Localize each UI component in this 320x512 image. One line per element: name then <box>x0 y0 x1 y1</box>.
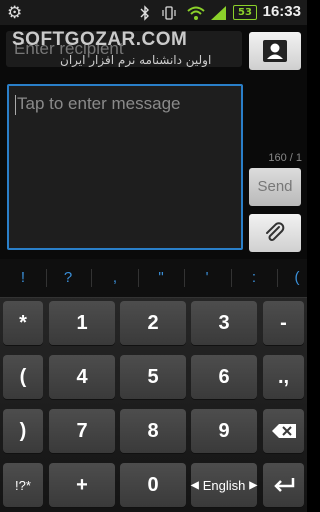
key-close-paren[interactable]: ) <box>3 409 43 453</box>
symbols-key[interactable]: !?* <box>3 463 43 507</box>
language-key[interactable]: ◀ English ▶ <box>191 463 257 507</box>
vibrate-icon <box>161 4 177 21</box>
message-placeholder: Tap to enter message <box>17 94 181 113</box>
key-8[interactable]: 8 <box>120 409 186 453</box>
suggestion-bar: ! ? , " ' : ( <box>0 259 307 298</box>
divider <box>184 269 185 287</box>
key-2[interactable]: 2 <box>120 301 186 345</box>
add-contact-button[interactable] <box>249 32 301 70</box>
key-5[interactable]: 5 <box>120 355 186 399</box>
suggestion-key[interactable]: : <box>240 259 268 297</box>
key-open-paren[interactable]: ( <box>3 355 43 399</box>
key-4[interactable]: 4 <box>49 355 115 399</box>
contact-icon <box>263 40 287 62</box>
language-label: English <box>202 477 246 493</box>
divider <box>231 269 232 287</box>
key-3[interactable]: 3 <box>191 301 257 345</box>
chevron-right-icon: ▶ <box>249 479 258 491</box>
suggestion-key[interactable]: ? <box>54 259 82 297</box>
gear-icon: ⚙ <box>7 2 23 23</box>
bluetooth-icon <box>140 4 150 21</box>
wifi-icon <box>186 4 206 21</box>
backspace-icon <box>271 424 296 438</box>
suggestion-key[interactable]: , <box>101 259 129 297</box>
suggestion-key[interactable]: ' <box>193 259 221 297</box>
paperclip-icon <box>266 222 285 241</box>
text-caret <box>15 95 16 115</box>
key-minus[interactable]: - <box>263 301 304 345</box>
key-plus[interactable]: + <box>49 463 115 507</box>
divider <box>277 269 278 287</box>
key-1[interactable]: 1 <box>49 301 115 345</box>
send-button[interactable]: Send <box>249 168 301 206</box>
suggestion-key[interactable]: ! <box>9 259 37 297</box>
recipient-input[interactable]: Enter recipient <box>6 31 242 67</box>
char-counter: 160 / 1 <box>268 152 302 164</box>
suggestion-key[interactable]: ( <box>283 259 311 297</box>
suggestion-key[interactable]: " <box>147 259 175 297</box>
divider <box>138 269 139 287</box>
key-0[interactable]: 0 <box>120 463 186 507</box>
attach-button[interactable] <box>249 214 301 252</box>
key-asterisk[interactable]: * <box>3 301 43 345</box>
divider <box>91 269 92 287</box>
message-input[interactable]: Tap to enter message <box>7 84 243 250</box>
key-6[interactable]: 6 <box>191 355 257 399</box>
compose-area: Enter recipient SOFTGOZAR.COM اولین دانش… <box>0 25 307 259</box>
keyboard: ! ? , " ' : ( * 1 2 3 - ( 4 5 6 ., ) 7 8… <box>0 259 307 512</box>
battery-icon: 53 <box>233 5 257 20</box>
status-bar: ⚙ 53 16:33 <box>0 0 307 25</box>
enter-icon <box>273 478 294 492</box>
signal-icon <box>210 4 227 21</box>
divider <box>46 269 47 287</box>
key-9[interactable]: 9 <box>191 409 257 453</box>
chevron-left-icon: ◀ <box>190 479 199 491</box>
enter-key[interactable] <box>263 463 304 507</box>
clock: 16:33 <box>262 3 301 20</box>
key-period-comma[interactable]: ., <box>263 355 304 399</box>
backspace-key[interactable] <box>263 409 304 453</box>
key-7[interactable]: 7 <box>49 409 115 453</box>
